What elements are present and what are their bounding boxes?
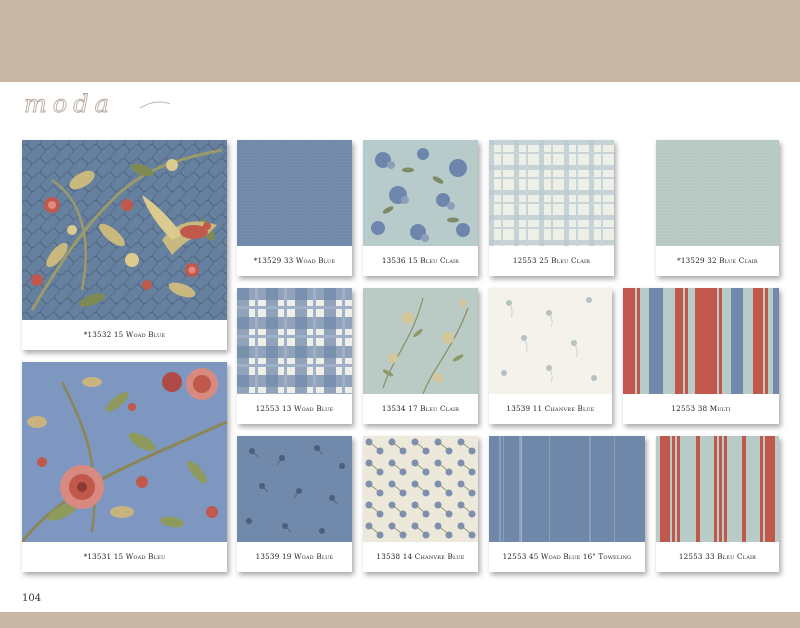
fabric-swatch-image bbox=[237, 436, 352, 542]
swatch-card[interactable]: 12553 13 Woad Blue bbox=[237, 288, 352, 424]
fabric-swatch-image bbox=[623, 288, 779, 394]
swatch-card[interactable]: 13534 17 Bleu Clair bbox=[363, 288, 478, 424]
swatch-card[interactable]: 12553 25 Bleu Clair bbox=[489, 140, 614, 276]
swatch-card[interactable]: 13539 19 Woad Blue bbox=[237, 436, 352, 572]
swatch-card[interactable]: 13536 15 Bleu Clair bbox=[363, 140, 478, 276]
swatch-label: 13538 14 Chanvre Blue bbox=[376, 552, 465, 561]
swatch-label: 12553 33 Bleu Clair bbox=[678, 552, 757, 561]
swatch-label: *13531 15 Woad Bleu bbox=[83, 552, 166, 561]
fabric-swatch-image bbox=[363, 288, 478, 394]
swatch-card[interactable]: 12553 45 Woad Blue 16" Toweling bbox=[489, 436, 645, 572]
swatch-label: 13539 11 Chanvre Blue bbox=[506, 404, 595, 413]
swatch-label: 12553 13 Woad Blue bbox=[255, 404, 334, 413]
svg-text:moda: moda bbox=[24, 92, 115, 118]
swatch-card[interactable]: *13532 15 Woad Blue bbox=[22, 140, 227, 350]
fabric-swatch-image bbox=[489, 436, 645, 542]
swatch-card[interactable]: 13538 14 Chanvre Blue bbox=[363, 436, 478, 572]
swatch-card[interactable]: *13529 33 Woad Blue bbox=[237, 140, 352, 276]
fabric-swatch-image bbox=[489, 288, 612, 394]
fabric-swatch-image bbox=[237, 140, 352, 246]
swatch-card[interactable]: 12553 38 Multi bbox=[623, 288, 779, 424]
swatch-card[interactable]: *13529 32 Blue Clair bbox=[656, 140, 779, 276]
footer-band bbox=[0, 612, 800, 628]
fabric-swatch-image bbox=[656, 140, 779, 246]
swatch-label: *13529 32 Blue Clair bbox=[677, 256, 758, 265]
fabric-swatch-image bbox=[363, 436, 478, 542]
swatch-label: 13536 15 Bleu Clair bbox=[381, 256, 460, 265]
page-number: 104 bbox=[22, 593, 42, 604]
swatch-label: 13534 17 Bleu Clair bbox=[381, 404, 460, 413]
swatch-label: *13532 15 Woad Blue bbox=[83, 330, 166, 339]
moda-logo: moda bbox=[22, 90, 172, 120]
fabric-swatch-image bbox=[489, 140, 614, 246]
swatch-label: 12553 25 Bleu Clair bbox=[512, 256, 591, 265]
fabric-swatch-image bbox=[363, 140, 478, 246]
fabric-swatch-image bbox=[656, 436, 779, 542]
swatch-label: *13529 33 Woad Blue bbox=[253, 256, 336, 265]
header-band bbox=[0, 0, 800, 82]
swatch-card[interactable]: 12553 33 Bleu Clair bbox=[656, 436, 779, 572]
swatch-label: 13539 19 Woad Blue bbox=[255, 552, 334, 561]
swatch-label: 12553 38 Multi bbox=[671, 404, 731, 413]
fabric-swatch-image bbox=[22, 140, 227, 320]
fabric-swatch-image bbox=[22, 362, 227, 542]
fabric-swatch-image bbox=[237, 288, 352, 394]
swatch-card[interactable]: *13531 15 Woad Bleu bbox=[22, 362, 227, 572]
swatch-card[interactable]: 13539 11 Chanvre Blue bbox=[489, 288, 612, 424]
swatch-label: 12553 45 Woad Blue 16" Toweling bbox=[502, 552, 632, 561]
